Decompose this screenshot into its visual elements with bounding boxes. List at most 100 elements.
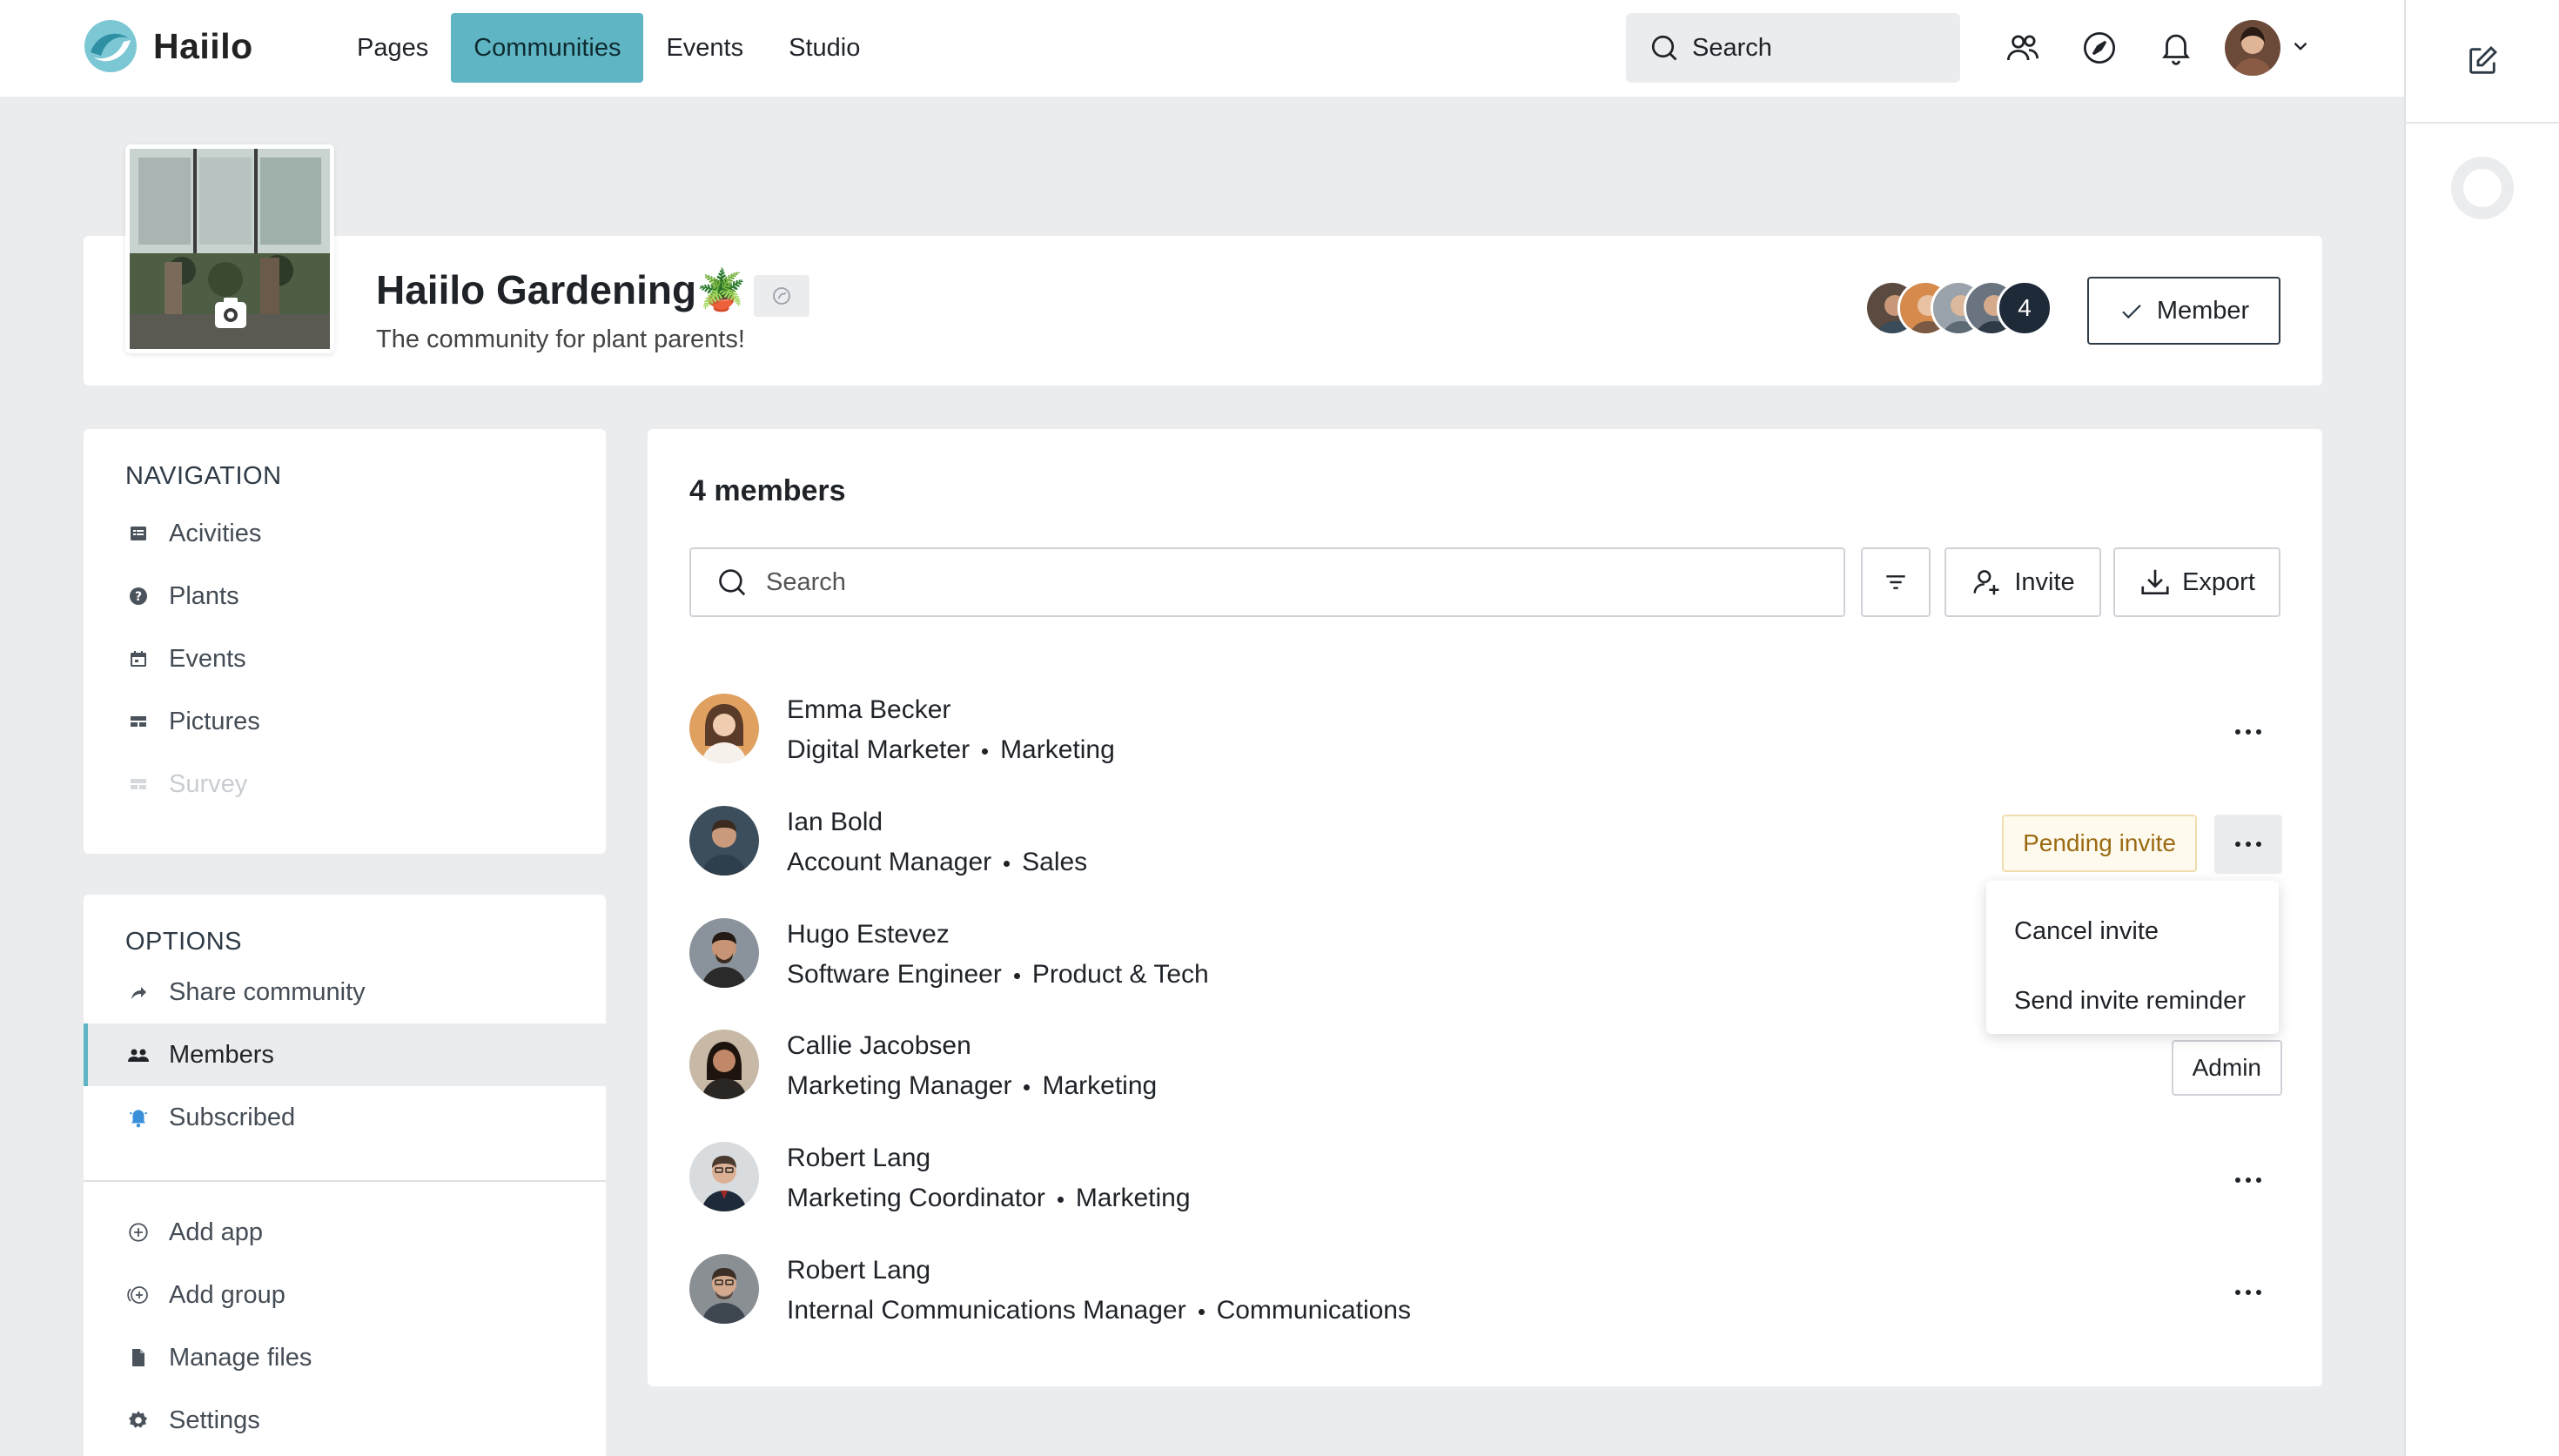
colleagues-icon[interactable] xyxy=(2004,29,2042,67)
edit-icon xyxy=(2469,45,2498,74)
add-user-icon xyxy=(1973,570,1999,595)
sidebar-item-label: Add app xyxy=(169,1218,264,1246)
export-button[interactable]: Export xyxy=(2113,547,2280,617)
admin-badge: Admin xyxy=(2171,1040,2282,1096)
member-role: Internal Communications Manager Communica… xyxy=(787,1296,1411,1325)
sidebar-item-survey[interactable]: Survey xyxy=(84,753,606,815)
checkmark-icon xyxy=(2122,304,2141,319)
member-name[interactable]: Hugo Estevez xyxy=(787,920,950,949)
sidebar-item-manage-files[interactable]: Manage files xyxy=(84,1326,606,1389)
member-name[interactable]: Robert Lang xyxy=(787,1144,930,1173)
member-role: Account Manager Sales xyxy=(787,848,1087,877)
member-role: Marketing Coordinator Marketing xyxy=(787,1184,1191,1213)
search-icon xyxy=(719,569,746,596)
member-department: Sales xyxy=(1022,848,1088,876)
sidebar-item-plants[interactable]: ? Plants xyxy=(84,565,606,627)
list-item[interactable]: Emma Becker Digital Marketer Marketing xyxy=(689,687,2282,770)
avatar[interactable] xyxy=(689,1254,759,1324)
sidebar-item-share-community[interactable]: Share community xyxy=(84,961,606,1023)
sidebar-item-add-app[interactable]: Add app xyxy=(84,1201,606,1264)
more-horizontal-icon xyxy=(2235,842,2261,847)
sidebar-item-events[interactable]: Events xyxy=(84,627,606,690)
list-item[interactable]: Ian Bold Account Manager Sales Pending in… xyxy=(689,799,2282,882)
chat-bubble-icon[interactable] xyxy=(2451,157,2514,219)
sidebar-item-settings[interactable]: Settings xyxy=(84,1389,606,1452)
more-horizontal-icon xyxy=(2235,729,2261,735)
invite-label: Invite xyxy=(2014,567,2075,596)
member-job-title: Account Manager xyxy=(787,848,992,876)
bell-icon xyxy=(125,1104,151,1131)
invite-button[interactable]: Invite xyxy=(1944,547,2101,617)
cancel-invite-menu-item[interactable]: Cancel invite xyxy=(1986,896,2279,966)
sidebar-item-subscribed[interactable]: Subscribed xyxy=(84,1086,606,1149)
list-item[interactable]: Robert Lang Internal Communications Mana… xyxy=(689,1247,2282,1331)
list-item[interactable]: Robert Lang Marketing Coordinator Marketi… xyxy=(689,1135,2282,1218)
navigation-card: NAVIGATION Acivities ? Plants Events Pic… xyxy=(84,429,606,854)
send-invite-reminder-menu-item[interactable]: Send invite reminder xyxy=(1986,966,2279,1036)
member-role: Digital Marketer Marketing xyxy=(787,735,1115,765)
nav-studio[interactable]: Studio xyxy=(766,13,883,83)
member-job-title: Software Engineer xyxy=(787,960,1002,989)
options-card: OPTIONS Share community Members Subscrib… xyxy=(84,895,606,1456)
avatar[interactable] xyxy=(689,1030,759,1099)
gallery-icon xyxy=(125,708,151,735)
pending-invite-badge: Pending invite xyxy=(2002,815,2197,872)
share-icon xyxy=(125,979,151,1005)
compose-button[interactable] xyxy=(2406,0,2559,124)
member-options-menu: Cancel invite Send invite reminder xyxy=(1986,881,2279,1034)
members-search-input[interactable] xyxy=(766,567,1810,597)
more-options-button[interactable] xyxy=(2214,1263,2282,1322)
avatar[interactable] xyxy=(689,1142,759,1211)
sidebar-item-activities[interactable]: Acivities xyxy=(84,502,606,565)
membership-button[interactable]: Member xyxy=(2087,277,2280,345)
member-job-title: Marketing Manager xyxy=(787,1071,1012,1100)
export-label: Export xyxy=(2182,567,2255,596)
more-options-button[interactable] xyxy=(2214,815,2282,874)
sidebar-item-add-group[interactable]: Add group xyxy=(84,1264,606,1326)
sidebar-item-label: Subscribed xyxy=(169,1103,296,1131)
avatar[interactable] xyxy=(689,694,759,763)
community-image[interactable] xyxy=(125,144,334,353)
member-department: Communications xyxy=(1216,1296,1411,1325)
members-search[interactable] xyxy=(689,547,1845,617)
app-logo[interactable]: Haiilo xyxy=(82,17,253,75)
sidebar-item-label: Manage files xyxy=(169,1343,312,1372)
sidebar-item-label: Plants xyxy=(169,581,239,610)
member-name[interactable]: Callie Jacobsen xyxy=(787,1031,971,1061)
notifications-bell-icon[interactable] xyxy=(2157,29,2195,67)
filter-icon xyxy=(1886,575,1905,589)
search-icon xyxy=(1651,35,1677,61)
user-avatar[interactable] xyxy=(2225,20,2280,76)
sidebar-item-members[interactable]: Members xyxy=(84,1023,606,1086)
compass-icon[interactable] xyxy=(2080,29,2119,67)
member-avatar-stack[interactable]: 4 xyxy=(1864,280,2052,336)
public-community-icon[interactable] xyxy=(754,275,809,317)
nav-events[interactable]: Events xyxy=(643,13,766,83)
survey-icon xyxy=(125,771,151,797)
activities-icon xyxy=(125,520,151,547)
sidebar-item-label: Members xyxy=(169,1040,274,1069)
member-department: Marketing xyxy=(1042,1071,1158,1100)
global-search-label: Search xyxy=(1692,33,1772,62)
chevron-down-icon[interactable] xyxy=(2289,35,2312,62)
member-name[interactable]: Robert Lang xyxy=(787,1256,930,1285)
member-name[interactable]: Emma Becker xyxy=(787,695,950,725)
more-options-button[interactable] xyxy=(2214,702,2282,762)
navigation-heading: NAVIGATION xyxy=(125,462,282,490)
avatar[interactable] xyxy=(689,806,759,876)
community-title: Haiilo Gardening🪴 xyxy=(376,267,747,312)
file-icon xyxy=(125,1345,151,1371)
sidebar-divider xyxy=(84,1180,606,1182)
filter-button[interactable] xyxy=(1861,547,1931,617)
member-department: Product & Tech xyxy=(1031,960,1209,989)
global-search[interactable]: Search xyxy=(1626,13,1960,83)
nav-pages[interactable]: Pages xyxy=(334,13,451,83)
svg-text:?: ? xyxy=(135,590,142,604)
app-name: Haiilo xyxy=(153,25,253,66)
avatar[interactable] xyxy=(689,918,759,988)
sidebar-item-pictures[interactable]: Pictures xyxy=(84,690,606,753)
member-name[interactable]: Ian Bold xyxy=(787,808,883,837)
membership-label: Member xyxy=(2156,296,2250,325)
nav-communities[interactable]: Communities xyxy=(451,13,644,83)
more-options-button[interactable] xyxy=(2214,1151,2282,1210)
